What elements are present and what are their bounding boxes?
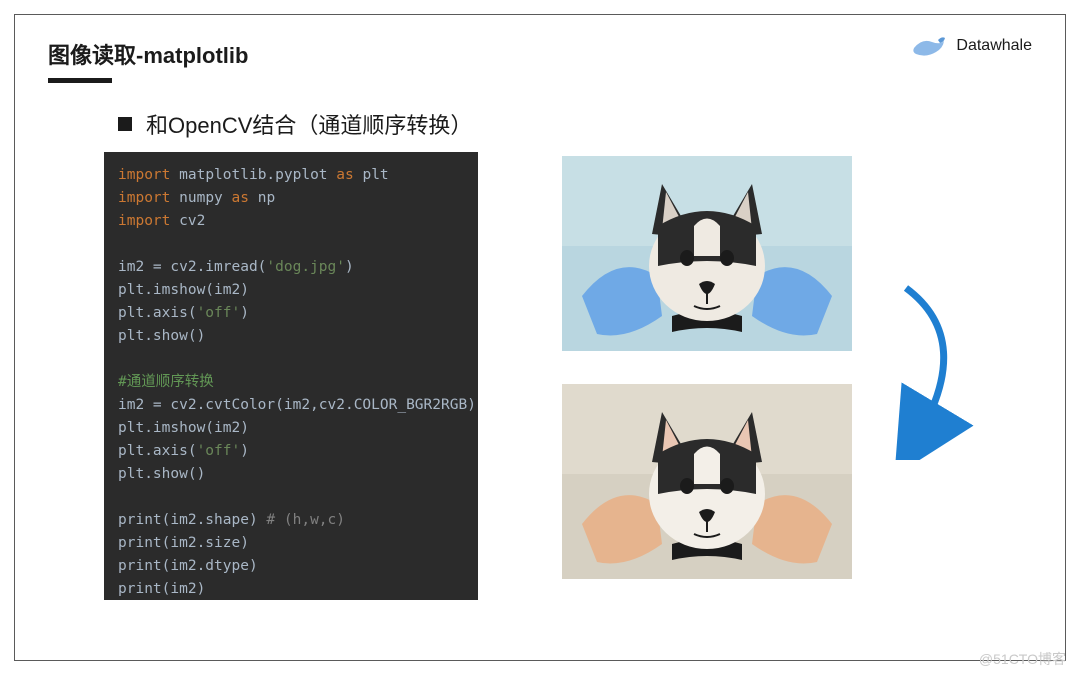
code-block: import matplotlib.pyplot as plt import n… [104, 152, 478, 600]
code-token: import [118, 167, 170, 183]
code-token: im2 = cv2.imread( [118, 259, 266, 275]
code-token: print(im2.shape) [118, 512, 258, 528]
subtitle-row: 和OpenCV结合（通道顺序转换） [118, 108, 472, 140]
slide-header: 图像读取-matplotlib [48, 38, 248, 83]
code-token: as [336, 167, 353, 183]
code-comment: #通道顺序转换 [118, 374, 214, 390]
code-token: import [118, 190, 170, 206]
code-token: import [118, 213, 170, 229]
code-comment: # (h,w,c) [258, 512, 345, 528]
code-token: plt.imshow(im2) [118, 282, 249, 298]
code-token: matplotlib.pyplot [179, 167, 327, 183]
code-token: ) [240, 443, 249, 459]
code-token: as [232, 190, 249, 206]
subtitle-text: 和OpenCV结合（通道顺序转换） [146, 108, 472, 140]
code-token: plt [362, 167, 388, 183]
husky-illustration-rgb [562, 384, 852, 579]
whale-icon [912, 34, 946, 58]
image-top [562, 156, 852, 351]
slide-title: 图像读取-matplotlib [48, 38, 248, 70]
code-token: im2 = cv2.cvtColor(im2,cv2.COLOR_BGR2RGB… [118, 397, 476, 413]
code-token: np [258, 190, 275, 206]
title-underline [48, 78, 112, 83]
code-token: 'off' [197, 443, 241, 459]
watermark: @51CTO博客 [979, 649, 1066, 669]
code-token: plt.imshow(im2) [118, 420, 249, 436]
code-token: print(im2) [118, 581, 205, 597]
husky-illustration-bgr [562, 156, 852, 351]
code-token: 'off' [197, 305, 241, 321]
code-token: plt.show() [118, 328, 205, 344]
code-token: ) [240, 305, 249, 321]
brand: Datawhale [912, 34, 1032, 58]
arrow-icon [876, 280, 986, 460]
code-token: plt.axis( [118, 443, 197, 459]
code-token: 'dog.jpg' [266, 259, 345, 275]
code-token: numpy [179, 190, 223, 206]
image-bottom [562, 384, 852, 579]
code-token: ) [345, 259, 354, 275]
brand-name: Datawhale [956, 37, 1032, 55]
code-token: print(im2.size) [118, 535, 249, 551]
code-token: plt.axis( [118, 305, 197, 321]
code-token: print(im2.dtype) [118, 558, 258, 574]
code-token: plt.show() [118, 466, 205, 482]
square-bullet-icon [118, 117, 132, 131]
code-token: cv2 [179, 213, 205, 229]
